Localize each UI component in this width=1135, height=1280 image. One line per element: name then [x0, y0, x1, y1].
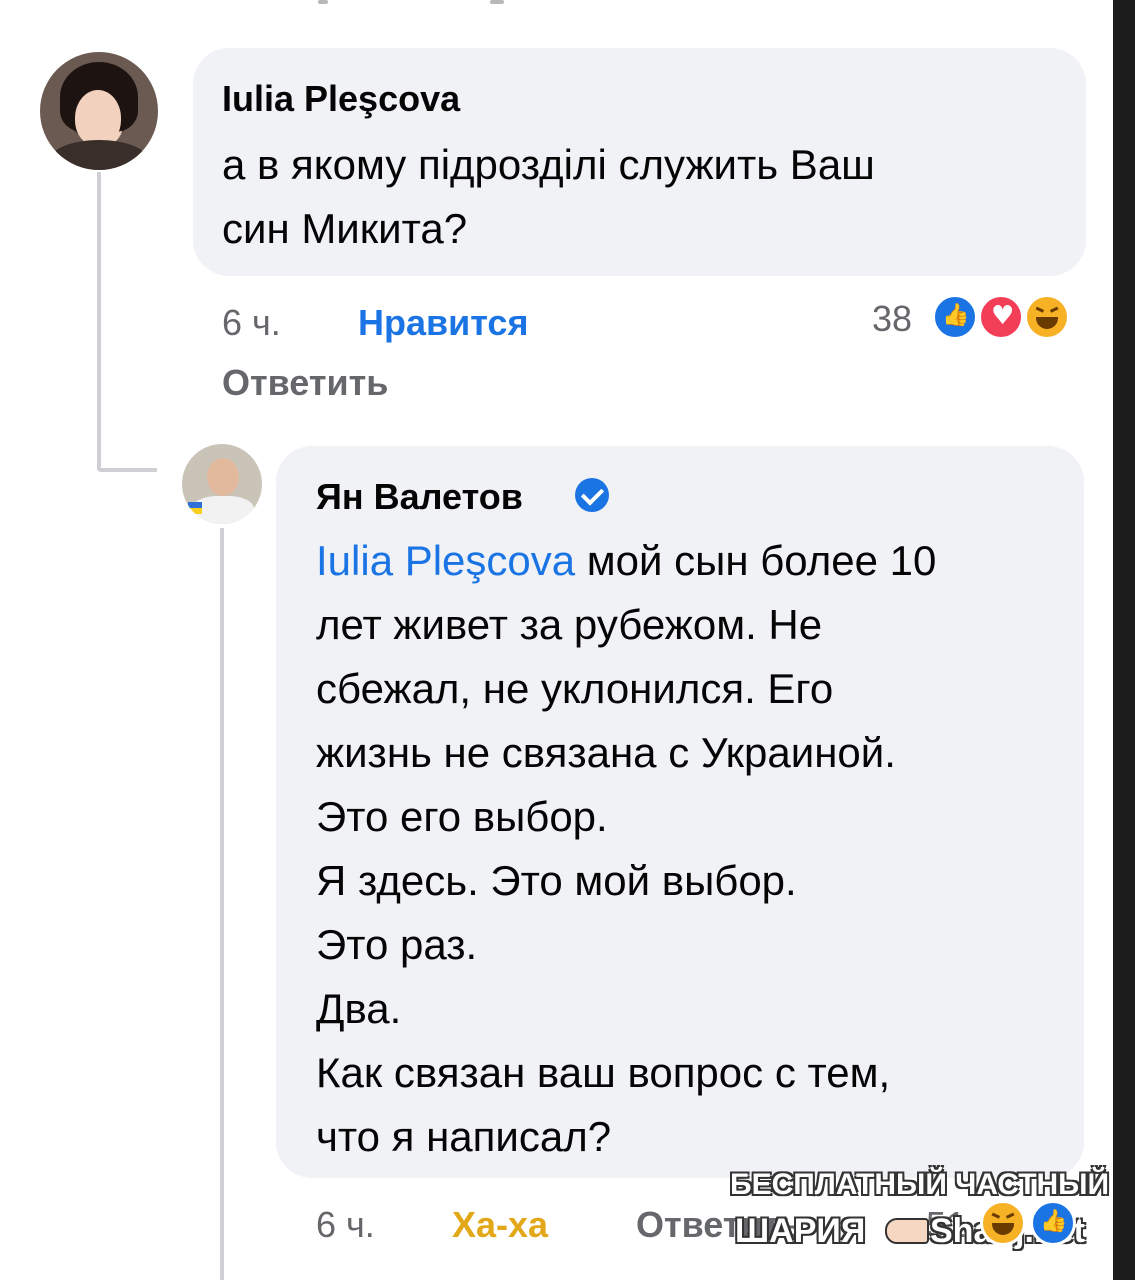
reply-button[interactable]: Ответить	[222, 362, 388, 404]
reply-text-line: сбежал, не уклонился. Его	[316, 665, 834, 712]
reply-text-line: Я здесь. Это мой выбор.	[316, 857, 797, 904]
reply-text-line: что я написал?	[316, 1113, 612, 1160]
avatar[interactable]	[182, 444, 262, 524]
reply-time[interactable]: 6 ч.	[316, 1204, 375, 1246]
avatar[interactable]	[40, 52, 158, 170]
previous-comment-fragment	[290, 0, 520, 8]
comment-author[interactable]: Iulia Pleşcova	[222, 78, 460, 120]
thread-line-main	[97, 172, 101, 470]
reply-text-line: лет живет за рубежом. Не	[316, 601, 823, 648]
thread-line-branch	[97, 468, 157, 472]
reaction-count[interactable]: 38	[872, 298, 912, 340]
comment-text-line: а в якому підрозділі служить Ваш	[222, 141, 875, 188]
like-button[interactable]: Нравится	[358, 302, 528, 344]
comment-text-line: син Микита?	[222, 205, 468, 252]
comment-time[interactable]: 6 ч.	[222, 302, 281, 344]
watermark-line2-left: ШАРИЯ	[735, 1212, 866, 1250]
haha-icon[interactable]	[980, 1200, 1026, 1246]
verified-badge-icon	[575, 478, 609, 512]
reply-text-line: Как связан ваш вопрос с тем,	[316, 1049, 891, 1096]
love-icon[interactable]	[978, 294, 1024, 340]
reply-text-line: Два.	[316, 985, 402, 1032]
reply-text-fragment: мой сын более 10	[575, 537, 937, 584]
pointing-hand-icon	[885, 1218, 929, 1244]
watermark-line1: БЕСПЛАТНЫЙ ЧАСТНЫЙ	[730, 1168, 1110, 1201]
mention-link[interactable]: Iulia Pleşcova	[316, 537, 575, 584]
reply-text-line: Iulia Pleşcova мой сын более 10	[316, 540, 936, 582]
reply-text-line: Это его выбор.	[316, 793, 608, 840]
haha-icon[interactable]	[1024, 294, 1070, 340]
reply-author[interactable]: Ян Валетов	[316, 476, 523, 518]
like-icon[interactable]	[932, 294, 978, 340]
haha-reaction-button[interactable]: Ха-ха	[452, 1204, 548, 1246]
like-icon[interactable]	[1030, 1200, 1076, 1246]
thread-line-reply	[220, 528, 224, 1280]
reply-text-line: Это раз.	[316, 921, 478, 968]
screen-edge	[1113, 0, 1135, 1280]
reply-text-line: жизнь не связана с Украиной.	[316, 729, 896, 776]
